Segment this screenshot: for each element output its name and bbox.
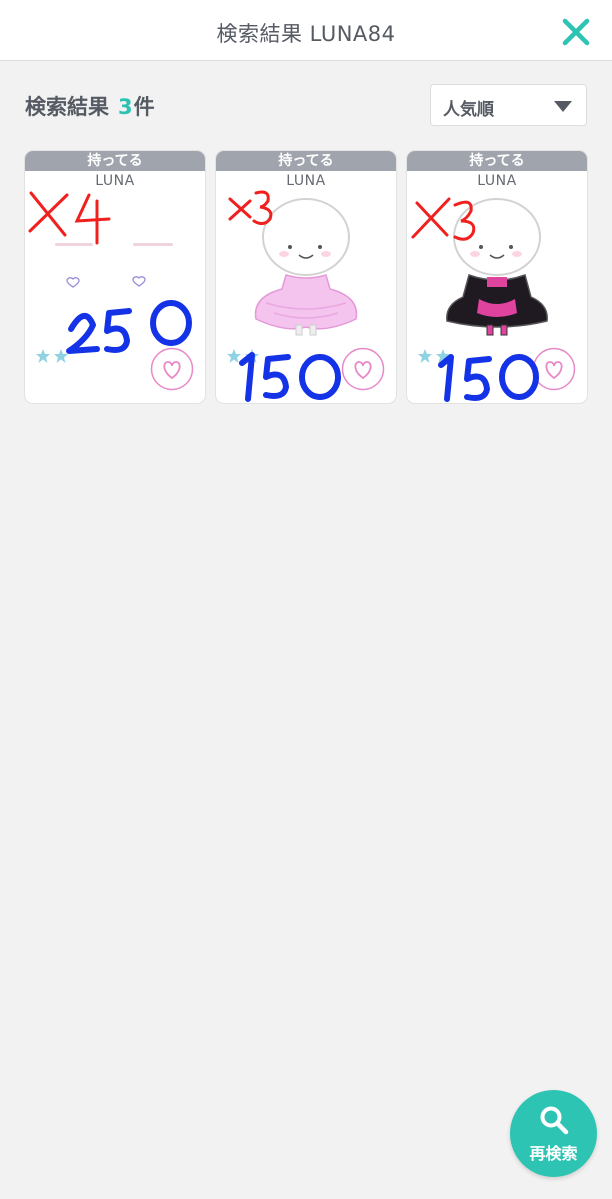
heart-icon[interactable]: [150, 347, 194, 391]
item-card[interactable]: 持ってる LUNA: [407, 151, 587, 403]
item-brand: LUNA: [477, 173, 517, 189]
heart-icon[interactable]: [532, 347, 576, 391]
results-count-label: 検索結果 3件: [25, 91, 155, 121]
item-brand: LUNA: [286, 173, 326, 189]
research-button[interactable]: 再検索: [510, 1090, 597, 1177]
item-card[interactable]: 持ってる LUNA: [25, 151, 205, 403]
header-bar: 検索結果 LUNA84: [0, 0, 612, 61]
pink-dress-image: [254, 198, 358, 336]
black-pink-dress-image: [446, 198, 548, 336]
close-icon[interactable]: [558, 14, 594, 50]
search-icon: [540, 1106, 569, 1135]
owned-badge: 持ってる: [25, 151, 205, 171]
sort-dropdown[interactable]: 人気順: [430, 84, 587, 126]
rarity-stars: [418, 349, 450, 363]
sort-selected-value: 人気順: [443, 100, 494, 120]
rarity-stars: [36, 349, 68, 363]
owned-badge: 持ってる: [216, 151, 396, 171]
rarity-stars: [227, 349, 259, 363]
research-button-label: 再検索: [529, 1144, 578, 1163]
results-count-unit: 件: [133, 95, 155, 119]
results-count: 3: [118, 95, 133, 119]
heart-icon[interactable]: [341, 347, 385, 391]
item-brand: LUNA: [95, 173, 135, 189]
page-title: 検索結果 LUNA84: [216, 22, 396, 46]
caret-down-icon: [554, 101, 572, 112]
results-label-text: 検索結果: [25, 95, 109, 119]
item-card[interactable]: 持ってる LUNA: [216, 151, 396, 403]
owned-badge: 持ってる: [407, 151, 587, 171]
face-parts-image: [55, 243, 173, 288]
